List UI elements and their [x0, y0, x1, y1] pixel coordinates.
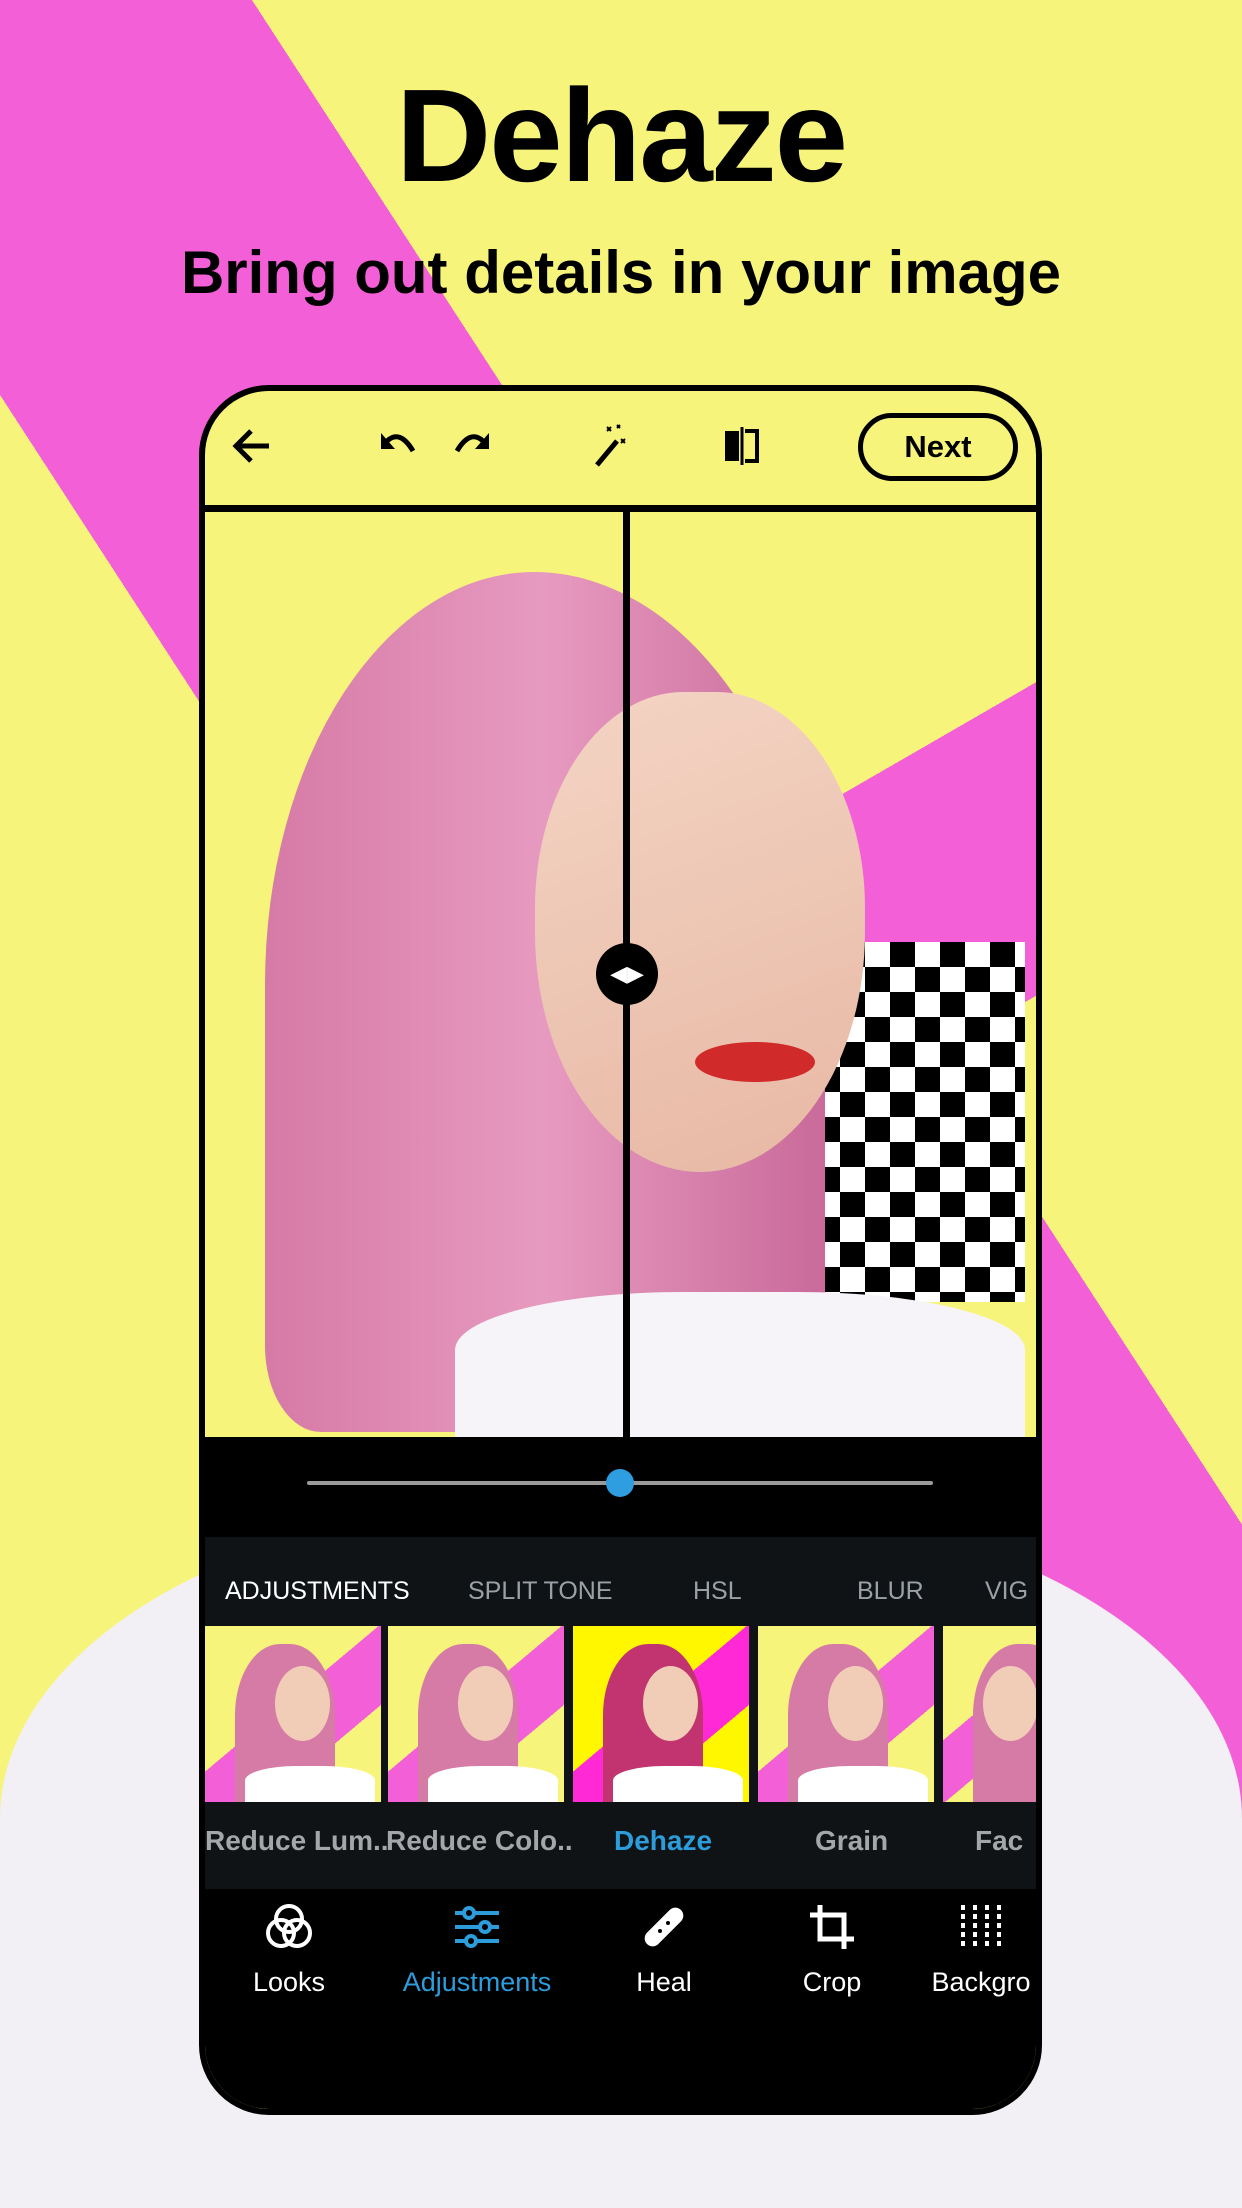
tab-blur[interactable]: BLUR [857, 1577, 924, 1606]
preset-thumb-reduce-lum[interactable] [205, 1626, 381, 1802]
arrows-left-right-icon: ◀▶ [610, 961, 644, 986]
editor-toolbar: Next [205, 391, 1036, 512]
nav-crop[interactable]: Crop [762, 1901, 902, 1998]
crop-icon [810, 1905, 854, 1949]
nav-background[interactable]: Backgro [926, 1901, 1036, 1998]
preset-label-selected[interactable]: Dehaze [614, 1825, 712, 1857]
nav-heal[interactable]: Heal [594, 1901, 734, 1998]
photo-shirt [455, 1292, 1025, 1437]
sliders-icon [455, 1906, 499, 1948]
preset-label[interactable]: Reduce Colo.. [386, 1825, 573, 1857]
phone-frame: Next ◀▶ ADJUSTMENTS SPLIT TONE HSL BLUR … [199, 385, 1042, 2115]
preset-thumbnails [205, 1626, 1036, 1802]
redo-icon[interactable] [445, 421, 495, 471]
image-canvas[interactable]: ◀▶ [205, 512, 1036, 1437]
background-icon [961, 1905, 1001, 1949]
preset-label[interactable]: Fac [975, 1825, 1023, 1857]
page-title: Dehaze [395, 62, 848, 209]
preset-thumb-dehaze[interactable] [573, 1626, 749, 1802]
tab-hsl[interactable]: HSL [693, 1577, 742, 1606]
dehaze-slider[interactable] [205, 1437, 1036, 1531]
preset-thumb-reduce-color[interactable] [388, 1626, 564, 1802]
preset-thumb-grain[interactable] [758, 1626, 934, 1802]
bottom-nav: Looks Adjustments Heal Crop Backgro [205, 1889, 1036, 2109]
photo-lips [695, 1042, 815, 1082]
tab-adjustments[interactable]: ADJUSTMENTS [225, 1577, 410, 1606]
page-subtitle: Bring out details in your image [180, 239, 1062, 306]
tab-vignette[interactable]: VIG [985, 1577, 1028, 1606]
slider-thumb[interactable] [606, 1469, 634, 1497]
adjustments-panel: ADJUSTMENTS SPLIT TONE HSL BLUR VIG Redu… [205, 1531, 1036, 1895]
nav-label: Looks [252, 1967, 326, 1997]
nav-label: Backgro [931, 1967, 1031, 1997]
undo-icon[interactable] [375, 421, 425, 471]
next-button[interactable]: Next [858, 413, 1018, 481]
nav-label: Crop [802, 1967, 862, 1997]
magic-wand-icon[interactable] [585, 421, 635, 471]
compare-handle[interactable]: ◀▶ [596, 943, 658, 1005]
preset-thumb-fade[interactable] [943, 1626, 1036, 1802]
bandage-icon [644, 1907, 684, 1947]
category-tabs: ADJUSTMENTS SPLIT TONE HSL BLUR VIG [205, 1577, 1036, 1617]
nav-label: Adjustments [402, 1967, 552, 1997]
arrow-left-icon[interactable] [227, 421, 277, 471]
preset-label[interactable]: Reduce Lum.. [205, 1825, 389, 1857]
looks-circles-icon [266, 1904, 312, 1948]
photo-face [535, 692, 865, 1172]
nav-adjustments[interactable]: Adjustments [392, 1901, 562, 1998]
compare-icon[interactable] [717, 421, 767, 471]
tab-split-tone[interactable]: SPLIT TONE [468, 1577, 613, 1606]
slider-track[interactable] [307, 1469, 933, 1497]
nav-label: Heal [636, 1967, 692, 1997]
preset-label[interactable]: Grain [815, 1825, 888, 1857]
preset-labels: Reduce Lum.. Reduce Colo.. Dehaze Grain … [205, 1825, 1036, 1865]
nav-looks[interactable]: Looks [219, 1901, 359, 1998]
